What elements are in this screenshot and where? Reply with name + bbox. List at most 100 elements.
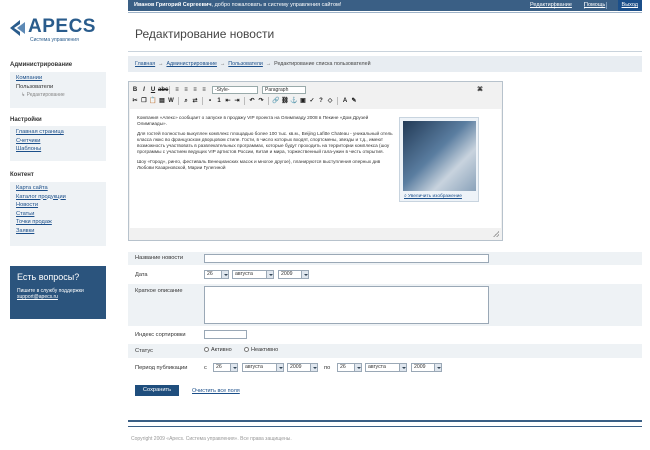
sidebar-item-counters[interactable]: Счетчики <box>16 137 100 146</box>
chevron-down-icon <box>301 271 308 278</box>
description-textarea[interactable] <box>204 286 489 324</box>
sidebar-item-articles[interactable]: Статьи <box>16 210 100 219</box>
breadcrumb-current: Редактирование списка пользователей <box>274 61 371 67</box>
period-to-month-select[interactable]: августа <box>365 363 407 372</box>
edit-link[interactable]: Редактирование <box>530 0 572 11</box>
sidebar-item-sitemap[interactable]: Карта сайта <box>16 184 100 193</box>
breadcrumb-admin[interactable]: Администрирование <box>166 61 217 67</box>
undo-icon[interactable]: ↶ <box>248 97 256 105</box>
page-title: Редактирование новости <box>135 27 275 41</box>
sidebar-item-users[interactable]: Пользователи <box>16 83 100 92</box>
numbered-list-icon[interactable]: 1 <box>215 97 223 105</box>
sidebar-item-companies[interactable]: Компании <box>16 74 100 83</box>
align-justify-icon[interactable]: ≡ <box>200 86 208 94</box>
resize-handle-icon[interactable] <box>493 231 499 237</box>
content-paragraph: Компания «Апекс» сообщает о запуске в пр… <box>137 115 369 126</box>
anchor-icon[interactable]: ⚓ <box>290 97 298 105</box>
form-row-description: Краткое описание <box>128 284 642 326</box>
status-inactive-label: Неактивно <box>251 347 279 353</box>
highlight-color-icon[interactable]: ✎ <box>350 97 358 105</box>
status-label: Статус <box>135 348 153 354</box>
sidebar-box-content: Карта сайта Каталог продукции Новости Ст… <box>10 182 106 246</box>
news-image[interactable] <box>403 121 476 191</box>
help-box: Есть вопросы? Пишите в службу поддержки … <box>10 266 106 319</box>
find-icon[interactable]: ⌕ <box>182 97 190 105</box>
bold-button[interactable]: B <box>131 86 139 94</box>
indent-icon[interactable]: ⇥ <box>233 97 241 105</box>
editor-toolbar-row-1: B I U abc ≡ ≡ ≡ ≡ -Style- Paragraph ⌘ <box>131 85 484 95</box>
help-link[interactable]: Помощь <box>584 0 605 11</box>
breadcrumb-users[interactable]: Пользователи <box>228 61 263 67</box>
divider <box>337 97 338 105</box>
breadcrumb: Главная → Администрирование → Пользователи → Р… <box>128 56 642 72</box>
help-icon[interactable]: ? <box>317 97 325 105</box>
html-source-icon[interactable]: ⌘ <box>476 86 484 94</box>
cut-icon[interactable]: ✂ <box>131 97 139 105</box>
content-paragraph: Для гостей полностью выкуплен комплекс п… <box>137 131 393 154</box>
paste-text-icon[interactable]: ▤ <box>158 97 166 105</box>
greeting-text: , добро пожаловать в систему управления … <box>211 2 342 8</box>
top-rule <box>128 12 642 13</box>
sidebar-item-home[interactable]: Главная страница <box>16 128 100 137</box>
align-center-icon[interactable]: ≡ <box>182 86 190 94</box>
status-active-radio[interactable]: Активно <box>204 347 232 353</box>
code-icon[interactable]: ◇ <box>326 97 334 105</box>
align-right-icon[interactable]: ≡ <box>191 86 199 94</box>
period-from-year-select[interactable]: 2009 <box>287 363 318 372</box>
sidebar-item-templates[interactable]: Шаблоны <box>16 145 100 154</box>
form-row-period: Период публикации с 26 августа 2009 по 2… <box>128 361 642 375</box>
date-year-select[interactable]: 2009 <box>278 270 309 279</box>
sidebar-item-requests[interactable]: Заявки <box>16 227 100 236</box>
date-month-select[interactable]: августа <box>232 270 274 279</box>
period-to-day-select[interactable]: 26 <box>337 363 362 372</box>
description-label: Краткое описание <box>135 288 183 294</box>
underline-button[interactable]: U <box>149 86 157 94</box>
help-text: Пишите в службу поддержки support@apecs.… <box>17 288 99 300</box>
save-button[interactable]: Сохранить <box>135 385 179 396</box>
sort-index-input[interactable] <box>204 330 247 339</box>
style-select[interactable]: -Style- <box>212 86 258 94</box>
breadcrumb-home[interactable]: Главная <box>135 61 155 67</box>
text-color-icon[interactable]: A <box>341 97 349 105</box>
period-from-month-value: августа <box>245 364 263 370</box>
title-input[interactable] <box>204 254 489 263</box>
outdent-icon[interactable]: ⇤ <box>224 97 232 105</box>
period-to-month-value: августа <box>368 364 386 370</box>
copy-icon[interactable]: ❐ <box>140 97 148 105</box>
paste-icon[interactable]: 📋 <box>149 97 157 105</box>
link-icon[interactable]: 🔗 <box>272 97 280 105</box>
form-row-status: Статус Активно Неактивно <box>128 344 642 358</box>
format-select[interactable]: Paragraph <box>262 86 306 94</box>
italic-button[interactable]: I <box>140 86 148 94</box>
period-from-month-select[interactable]: августа <box>242 363 284 372</box>
period-from-day-select[interactable]: 26 <box>213 363 238 372</box>
date-day-select[interactable]: 26 <box>204 270 229 279</box>
sidebar-item-sales-points[interactable]: Точки продаж <box>16 218 100 227</box>
sidebar-item-news[interactable]: Новости <box>16 201 100 210</box>
clear-fields-link[interactable]: Очистить все поля <box>192 388 240 394</box>
bullet-list-icon[interactable]: • <box>206 97 214 105</box>
unlink-icon[interactable]: ⛓ <box>281 97 289 105</box>
chevron-down-icon <box>230 364 237 371</box>
image-icon[interactable]: ▣ <box>299 97 307 105</box>
status-inactive-radio[interactable]: Неактивно <box>244 347 278 353</box>
chevron-down-icon <box>266 271 273 278</box>
divider <box>244 97 245 105</box>
replace-icon[interactable]: ⇄ <box>191 97 199 105</box>
logout-button[interactable]: Выход <box>617 0 642 11</box>
cleanup-icon[interactable]: ✓ <box>308 97 316 105</box>
sidebar-item-catalog[interactable]: Каталог продукции <box>16 193 100 202</box>
paste-word-icon[interactable]: W <box>167 97 175 105</box>
period-to-word: по <box>324 365 331 371</box>
divider <box>178 97 179 105</box>
strikethrough-button[interactable]: abc <box>158 86 168 94</box>
support-email-link[interactable]: support@apecs.ru <box>17 294 58 300</box>
editor-content-area[interactable]: Компания «Апекс» сообщает о запуске в пр… <box>130 109 501 228</box>
period-to-year-select[interactable]: 2009 <box>411 363 442 372</box>
align-left-icon[interactable]: ≡ <box>173 86 181 94</box>
zoom-image-link[interactable]: ⌕ Увеличить изображение <box>404 193 462 199</box>
sidebar-heading-settings: Настройки <box>10 117 42 123</box>
redo-icon[interactable]: ↷ <box>257 97 265 105</box>
chevron-down-icon <box>221 271 228 278</box>
divider <box>606 2 607 9</box>
